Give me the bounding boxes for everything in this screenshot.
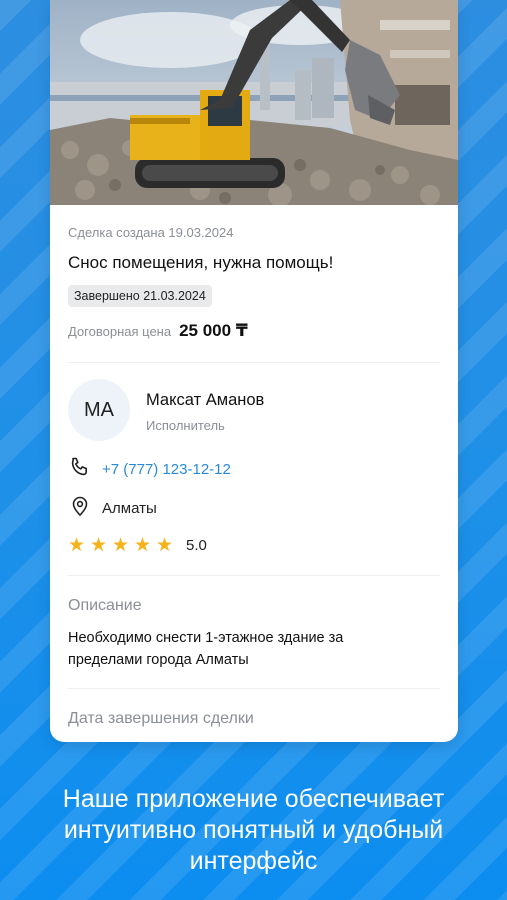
phone-row[interactable]: +7 (777) 123-12-12: [68, 455, 231, 483]
divider: [68, 575, 440, 576]
deal-created-date: Сделка создана 19.03.2024: [68, 225, 234, 240]
tagline-line: интерфейс: [189, 847, 318, 875]
avatar[interactable]: МА: [68, 379, 130, 441]
star-icon: ★: [112, 535, 130, 556]
rating-stars: ★ ★ ★ ★ ★ 5.0: [68, 536, 207, 555]
completion-date-title: Дата завершения сделки: [68, 710, 254, 727]
star-icon: ★: [68, 535, 86, 556]
city-row: Алматы: [68, 494, 157, 522]
deal-card: Сделка создана 19.03.2024 Снос помещения…: [50, 0, 458, 742]
promo-tagline: Наше приложение обеспечивает интуитивно …: [0, 784, 507, 877]
performer-name[interactable]: Максат Аманов: [146, 391, 264, 410]
phone-link[interactable]: +7 (777) 123-12-12: [102, 461, 231, 478]
price-value: 25 000 ₸: [179, 321, 248, 340]
tagline-line: интуитивно понятный и удобный: [63, 816, 444, 844]
description-title: Описание: [68, 597, 142, 614]
rating-value: 5.0: [186, 537, 207, 554]
deal-title: Снос помещения, нужна помощь!: [68, 253, 334, 272]
deal-photo: [50, 0, 458, 205]
price-row: Договорная цена 25 000 ₸: [68, 321, 248, 341]
star-icon: ★: [156, 535, 174, 556]
star-icon: ★: [90, 535, 108, 556]
location-pin-icon: [68, 494, 92, 522]
star-icon: ★: [134, 535, 152, 556]
divider: [68, 362, 440, 363]
performer-role: Исполнитель: [146, 418, 225, 433]
price-label: Договорная цена: [68, 324, 172, 339]
status-badge: Завершено 21.03.2024: [68, 285, 212, 307]
tagline-line: Наше приложение обеспечивает: [62, 785, 445, 813]
description-text: Необходимо снести 1-этажное здание за пр…: [68, 630, 344, 668]
divider: [68, 688, 440, 689]
city-label: Алматы: [102, 499, 157, 517]
phone-icon: [68, 455, 92, 483]
